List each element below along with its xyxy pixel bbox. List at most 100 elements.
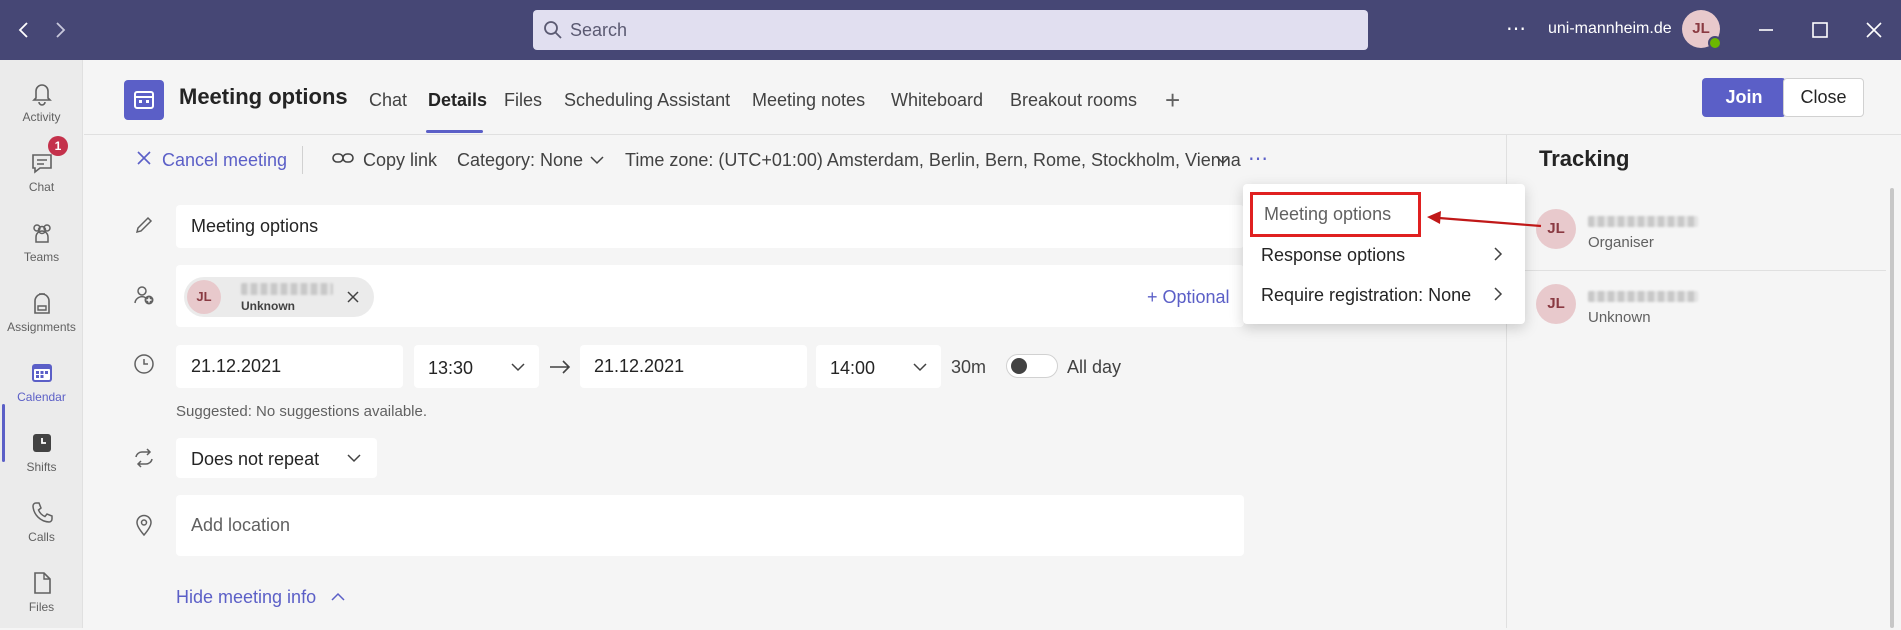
more-options-icon[interactable]: ⋯: [1506, 16, 1527, 41]
all-day-label: All day: [1067, 357, 1122, 377]
rail-item-teams[interactable]: Teams: [0, 210, 83, 280]
annotation-arrow-icon: [1425, 206, 1545, 230]
add-optional-attendee-button[interactable]: + Optional: [1147, 287, 1230, 308]
rail-item-activity[interactable]: Activity: [0, 70, 83, 140]
organiser-role: Organiser: [1588, 234, 1654, 251]
rail-label: Assignments: [7, 320, 76, 334]
shifts-icon: [32, 434, 51, 452]
tracking-title: Tracking: [1539, 146, 1630, 171]
rail-active-indicator: [2, 404, 5, 462]
rail-label: Teams: [23, 250, 60, 264]
search-icon: [542, 19, 564, 41]
search-input[interactable]: Search: [533, 10, 1368, 50]
toolbar-more-icon[interactable]: ⋯: [1248, 146, 1269, 171]
tab-whiteboard[interactable]: Whiteboard: [891, 90, 983, 111]
rail-label: Calendar: [17, 390, 66, 404]
cancel-icon: [134, 148, 154, 168]
chevron-up-icon: [330, 590, 346, 604]
start-date-picker[interactable]: 21.12.2021: [176, 345, 403, 388]
remove-attendee-icon[interactable]: [346, 290, 360, 304]
rail-item-assignments[interactable]: Assignments: [0, 280, 83, 350]
tracking-panel: [1506, 135, 1901, 628]
add-tab-button[interactable]: +: [1165, 85, 1180, 116]
back-icon[interactable]: [12, 18, 36, 42]
location-field[interactable]: Add location: [176, 495, 1244, 556]
add-people-icon: [132, 283, 156, 307]
repeat-icon: [132, 446, 156, 470]
tab-details[interactable]: Details: [428, 90, 487, 111]
chat-unread-badge: 1: [48, 136, 68, 156]
tracking-scrollbar[interactable]: [1890, 188, 1894, 628]
link-icon: [332, 148, 354, 168]
end-date-picker[interactable]: 21.12.2021: [580, 345, 807, 388]
close-button[interactable]: Close: [1783, 78, 1864, 117]
join-button[interactable]: Join: [1702, 78, 1786, 117]
all-day-toggle[interactable]: [1006, 354, 1058, 378]
rail-item-files[interactable]: Files: [0, 560, 83, 630]
meeting-header: [84, 60, 1901, 135]
cancel-meeting-button[interactable]: Cancel meeting: [162, 150, 287, 171]
file-icon: [33, 572, 51, 594]
minimize-icon[interactable]: [1754, 18, 1778, 42]
rail-item-calendar[interactable]: Calendar: [0, 350, 83, 420]
active-tab-indicator: [426, 130, 483, 133]
end-date-value: 21.12.2021: [594, 356, 685, 376]
toolbar-divider: [302, 146, 303, 174]
repeat-value: Does not repeat: [191, 449, 320, 469]
title-field[interactable]: Meeting options: [176, 205, 1244, 248]
category-dropdown[interactable]: Category: None: [457, 150, 583, 171]
suggestion-text: Suggested: No suggestions available.: [176, 403, 428, 420]
page-title: Meeting options: [179, 84, 348, 109]
attendee-chip[interactable]: JL Unknown: [184, 277, 374, 317]
hide-meeting-info-button[interactable]: Hide meeting info: [176, 587, 316, 608]
chevron-down-icon: [1215, 153, 1231, 167]
chevron-down-icon: [510, 360, 526, 374]
start-time-dropdown[interactable]: 13:30: [414, 345, 539, 388]
rail-label: Chat: [28, 180, 55, 194]
tab-chat[interactable]: Chat: [369, 90, 407, 111]
title-bar: Search ⋯ uni-mannheim.de JL: [0, 0, 1901, 60]
rail-item-calls[interactable]: Calls: [0, 490, 83, 560]
start-date-value: 21.12.2021: [191, 356, 282, 376]
chevron-down-icon: [912, 360, 928, 374]
search-placeholder: Search: [570, 20, 628, 40]
repeat-dropdown[interactable]: Does not repeat: [176, 438, 377, 478]
arrow-right-icon: [548, 355, 572, 379]
end-time-dropdown[interactable]: 14:00: [816, 345, 941, 388]
chevron-down-icon: [589, 153, 605, 167]
maximize-icon[interactable]: [1808, 18, 1832, 42]
attendee-role: Unknown: [1588, 309, 1651, 326]
menu-item-require-registration[interactable]: Require registration: None: [1261, 285, 1471, 306]
tracking-divider: [1506, 270, 1886, 271]
end-time-value: 14:00: [830, 358, 876, 378]
location-placeholder: Add location: [191, 515, 291, 535]
rail-label: Calls: [28, 530, 55, 544]
title-value: Meeting options: [191, 216, 319, 236]
clock-icon: [132, 352, 156, 376]
chevron-right-icon: [1491, 286, 1505, 301]
timezone-dropdown[interactable]: Time zone: (UTC+01:00) Amsterdam, Berlin…: [625, 150, 1241, 171]
location-icon: [132, 513, 156, 537]
app-rail: Activity Chat Teams Assignments Calendar…: [0, 60, 83, 628]
copy-link-button[interactable]: Copy link: [363, 150, 437, 171]
window-close-icon[interactable]: [1862, 18, 1886, 42]
chevron-right-icon: [1491, 246, 1505, 261]
forward-icon[interactable]: [48, 18, 72, 42]
organization-name[interactable]: uni-mannheim.de: [1548, 20, 1672, 38]
tab-meeting-notes[interactable]: Meeting notes: [752, 90, 865, 111]
phone-icon: [31, 502, 53, 523]
tab-scheduling-assistant[interactable]: Scheduling Assistant: [564, 90, 730, 111]
tab-breakout-rooms[interactable]: Breakout rooms: [1010, 90, 1137, 111]
tab-files[interactable]: Files: [504, 90, 542, 111]
menu-item-response-options[interactable]: Response options: [1261, 245, 1405, 266]
blurred-organiser-name: [1588, 216, 1698, 227]
rail-item-chat[interactable]: Chat: [0, 140, 83, 210]
meeting-app-icon: [124, 80, 164, 120]
attendee-avatar[interactable]: JL: [1536, 284, 1576, 324]
rail-item-shifts[interactable]: Shifts: [0, 420, 83, 490]
chevron-down-icon: [346, 451, 362, 465]
rail-label: Files: [28, 600, 55, 614]
bell-icon: [31, 84, 52, 106]
blurred-attendee-name: [241, 283, 333, 295]
backpack-icon: [33, 293, 50, 314]
